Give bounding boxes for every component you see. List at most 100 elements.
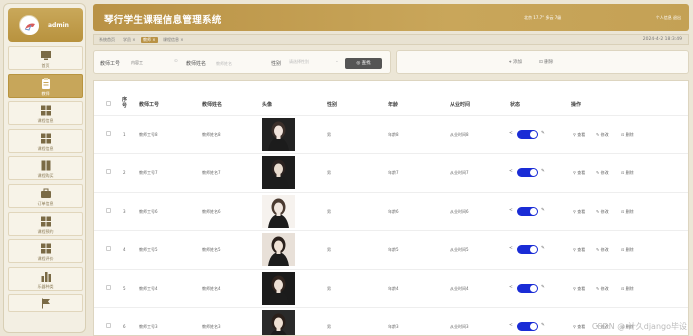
row-checkbox[interactable] xyxy=(106,169,111,174)
status-toggle[interactable] xyxy=(517,284,538,293)
search-button[interactable]: ◎ 查找 xyxy=(345,58,382,69)
delete-row-button-label: 删除 xyxy=(625,170,634,175)
delete-row-button-label: 删除 xyxy=(625,132,634,137)
edit-pen-icon[interactable]: ✎ xyxy=(541,285,545,290)
status-toggle[interactable] xyxy=(517,322,538,331)
view-button[interactable]: ⚲ 查看 xyxy=(573,286,585,292)
teacher-id-input[interactable]: 内容工 xyxy=(131,60,143,70)
breadcrumb-item-student[interactable]: 学员 × xyxy=(121,37,138,43)
sidebar-item-flag[interactable] xyxy=(8,294,83,313)
share-icon: < xyxy=(509,285,513,290)
user-name: admin xyxy=(48,22,69,29)
header-avatar: 头像 xyxy=(262,102,273,108)
status-toggle[interactable] xyxy=(517,168,538,177)
edit-button[interactable]: ✎ 修改 xyxy=(596,209,609,215)
edit-button-label: 修改 xyxy=(600,286,609,291)
row-checkbox[interactable] xyxy=(106,131,111,136)
table-row: 2 教师工号7 教师姓名7 男 年龄7 从业时间7 < ✎ ⚲ 查看 ✎ 修改 ⊡ 删除 xyxy=(94,153,688,191)
cell-years: 从业时间7 xyxy=(450,170,469,175)
edit-pen-icon[interactable]: ✎ xyxy=(541,131,545,136)
grid-icon xyxy=(41,216,51,227)
delete-row-button-label: 删除 xyxy=(625,209,634,214)
sidebar-item-course-info[interactable]: 课程信息 xyxy=(8,101,83,126)
cell-gender: 男 xyxy=(327,324,331,329)
header-teacher-name: 教师姓名 xyxy=(202,102,223,108)
edit-button[interactable]: ✎ 修改 xyxy=(596,247,609,253)
breadcrumb-item-teacher[interactable]: 教师 × xyxy=(141,37,158,43)
delete-row-button[interactable]: ⊡ 删除 xyxy=(621,132,634,138)
row-checkbox[interactable] xyxy=(106,208,111,213)
delete-row-button[interactable]: ⊡ 删除 xyxy=(621,170,634,176)
view-button[interactable]: ⚲ 查看 xyxy=(573,247,585,253)
cell-years: 从业时间5 xyxy=(450,247,469,252)
cell-age: 年龄6 xyxy=(388,209,399,214)
row-checkbox[interactable] xyxy=(106,285,111,290)
table-row: 4 教师工号5 教师姓名5 男 年龄5 从业时间5 < ✎ ⚲ 查看 ✎ 修改 ⊡ 删除 xyxy=(94,230,688,268)
header-actions: 操作 xyxy=(571,102,582,108)
sidebar-item-label: 课程信息 xyxy=(37,145,54,151)
cell-teacher-id: 教师工号8 xyxy=(139,132,158,137)
row-checkbox[interactable] xyxy=(106,246,111,251)
view-button[interactable]: ⚲ 查看 xyxy=(573,324,585,330)
clipboard-icon xyxy=(42,77,50,89)
sidebar-item-label: 乐器种类 xyxy=(37,283,54,289)
search-panel: 教师工号 内容工 ⊙ 教师姓名 性别 请选择性别 ⌄ ◎ 查找 xyxy=(93,50,391,74)
delete-button[interactable]: ⊡ 删除 xyxy=(539,59,553,65)
status-toggle[interactable] xyxy=(517,245,538,254)
search-button-label: 查找 xyxy=(361,61,371,66)
cell-gender: 男 xyxy=(327,170,331,175)
gender-select[interactable]: 请选择性别 xyxy=(289,59,309,65)
sidebar-item-course-purchase[interactable]: 课程购买 xyxy=(8,156,83,181)
edit-pen-icon[interactable]: ✎ xyxy=(541,246,545,251)
breadcrumb-item-home[interactable]: 系统首页 xyxy=(97,37,117,43)
view-button[interactable]: ⚲ 查看 xyxy=(573,132,585,138)
view-button-label: 查看 xyxy=(577,170,586,175)
edit-button-label: 修改 xyxy=(600,209,609,214)
cell-teacher-name: 教师姓名6 xyxy=(202,209,221,214)
delete-row-button[interactable]: ⊡ 删除 xyxy=(621,209,634,215)
sidebar-item-home[interactable]: 首页 xyxy=(8,46,83,70)
delete-row-button[interactable]: ⊡ 删除 xyxy=(621,286,634,292)
edit-button[interactable]: ✎ 修改 xyxy=(596,132,609,138)
edit-button[interactable]: ✎ 修改 xyxy=(596,286,609,292)
view-button[interactable]: ⚲ 查看 xyxy=(573,209,585,215)
clear-icon[interactable]: ⊙ xyxy=(174,59,178,64)
cell-no: 4 xyxy=(123,247,126,252)
cell-teacher-name: 教师姓名3 xyxy=(202,324,221,329)
header-no: 序号 xyxy=(122,97,128,109)
delete-row-button[interactable]: ⊡ 删除 xyxy=(621,247,634,253)
user-links[interactable]: 个人信息 退出 xyxy=(656,15,681,21)
header-gender: 性别 xyxy=(327,102,338,108)
select-all-checkbox[interactable] xyxy=(106,101,111,106)
teacher-photo xyxy=(262,233,295,266)
edit-pen-icon[interactable]: ✎ xyxy=(541,169,545,174)
sidebar-item-booking[interactable]: 课程预约 xyxy=(8,211,83,236)
sidebar-item-course-info-2[interactable]: 课程信息 xyxy=(8,128,83,153)
grid-icon xyxy=(41,105,51,116)
sidebar-item-teacher[interactable]: 教师 xyxy=(8,73,83,98)
breadcrumb-item-course[interactable]: 课程信息 × xyxy=(161,37,186,43)
teacher-name-label: 教师姓名 xyxy=(186,61,207,67)
cell-age: 年龄7 xyxy=(388,170,399,175)
table-row: 1 教师工号8 教师姓名8 男 年龄8 从业时间8 < ✎ ⚲ 查看 ✎ 修改 ⊡ 删除 xyxy=(94,115,688,153)
edit-pen-icon[interactable]: ✎ xyxy=(541,208,545,213)
status-toggle[interactable] xyxy=(517,207,538,216)
view-button[interactable]: ⚲ 查看 xyxy=(573,170,585,176)
sidebar-item-review[interactable]: 课程评价 xyxy=(8,239,83,264)
delete-button-label: 删除 xyxy=(544,60,554,65)
teacher-table: 序号 教师工号 教师姓名 头像 性别 年龄 从业时间 状态 操作 1 教师工号8 教… xyxy=(93,80,689,336)
teacher-name-input[interactable] xyxy=(216,58,264,68)
status-toggle[interactable] xyxy=(517,130,538,139)
cell-teacher-name: 教师姓名8 xyxy=(202,132,221,137)
share-icon: < xyxy=(509,131,513,136)
edit-pen-icon[interactable]: ✎ xyxy=(541,323,545,328)
add-button-label: 添加 xyxy=(512,60,522,65)
sidebar-item-orders[interactable]: 订单信息 xyxy=(8,183,83,208)
add-button[interactable]: ⌖ 添加 xyxy=(509,59,522,65)
row-checkbox[interactable] xyxy=(106,323,111,328)
app-header: 琴行学生课程信息管理系统 北京 17.7° 多云 7级 个人信息 退出 xyxy=(93,4,689,31)
edit-button-label: 修改 xyxy=(600,247,609,252)
sidebar-item-instrument-type[interactable]: 乐器种类 xyxy=(8,266,83,291)
edit-button[interactable]: ✎ 修改 xyxy=(596,170,609,176)
view-button-label: 查看 xyxy=(577,247,586,252)
